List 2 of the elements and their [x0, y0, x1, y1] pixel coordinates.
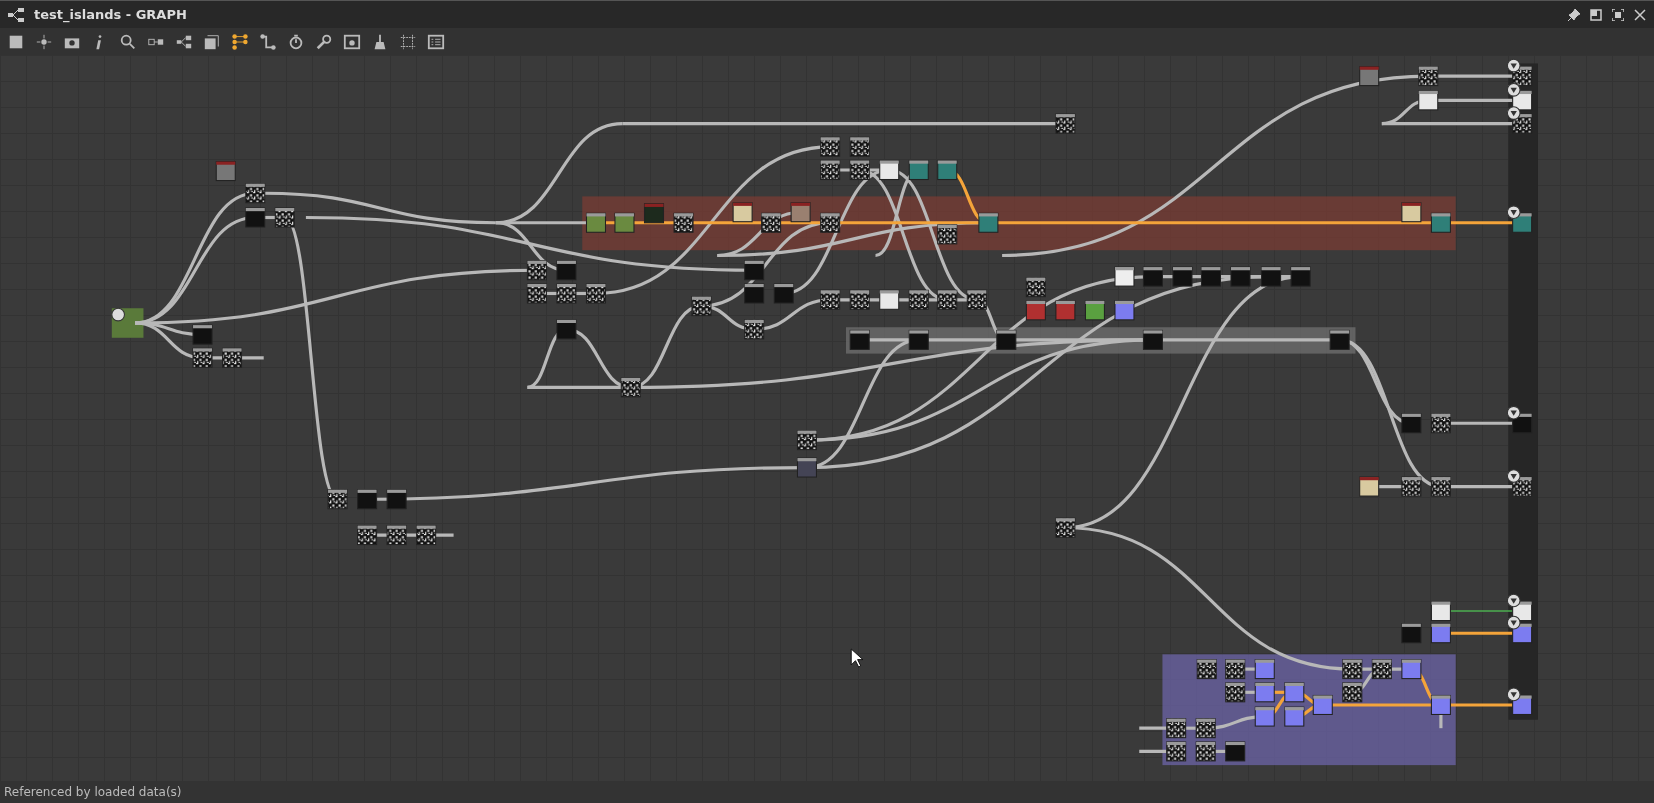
window-title: test_islands - GRAPH: [34, 7, 188, 22]
status-text: Referenced by loaded data(s): [4, 785, 182, 799]
